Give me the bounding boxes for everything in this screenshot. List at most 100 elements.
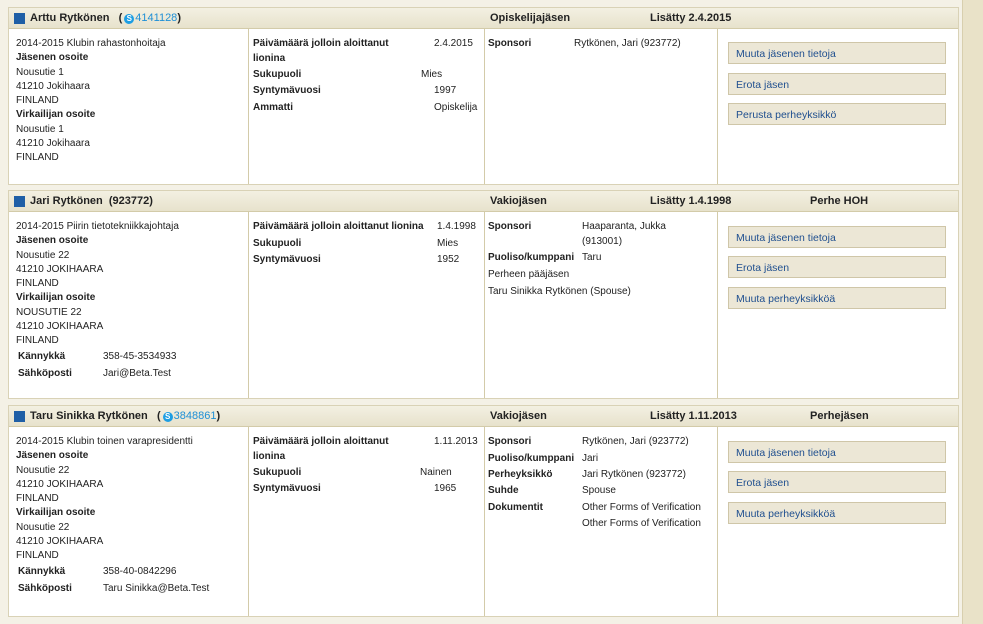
contact-value: Taru Sinikka@Beta.Test <box>103 583 210 594</box>
member-card: Arttu Rytkönen (S 4141128) Opiskelijajäse… <box>8 7 959 185</box>
detail-value: Opiskelija <box>434 102 478 113</box>
detail-label: Sukupuoli <box>253 467 302 478</box>
resign-member-button[interactable]: Erota jäsen <box>728 256 946 278</box>
member-address-line: Nousutie 1 <box>16 67 64 78</box>
detail-label: Sukupuoli <box>253 69 302 80</box>
member-address-line: FINLAND <box>16 95 59 106</box>
member-id-suffix: ) <box>216 410 221 422</box>
member-header: Jari Rytkönen (923772) Vakiojäsen Lisätt… <box>9 191 958 212</box>
resign-member-button[interactable]: Erota jäsen <box>728 73 946 95</box>
member-square-icon <box>14 411 25 422</box>
member-added-date: Lisätty 1.11.2013 <box>650 410 737 422</box>
member-list-page: Arttu Rytkönen (S 4141128) Opiskelijajäse… <box>0 0 962 624</box>
member-id-prefix: ( <box>118 12 123 24</box>
member-address-column: 2014-2015 Piirin tietotekniikkajohtaja J… <box>9 211 249 398</box>
member-type: Vakiojäsen <box>490 195 547 207</box>
member-relations-column: Sponsori Rytkönen, Jari (923772) <box>485 28 718 184</box>
member-type: Opiskelijajäsen <box>490 12 571 24</box>
official-address-line: FINLAND <box>16 152 59 163</box>
contact-label: Kännykkä <box>18 566 66 577</box>
start-date-label: Päivämäärä jolloin aloittanut <box>253 436 389 447</box>
edit-family-unit-button[interactable]: Muuta perheyksikköä <box>728 502 946 524</box>
edit-member-button[interactable]: Muuta jäsenen tietoja <box>728 42 946 64</box>
relation-label: Dokumentit <box>488 502 543 513</box>
contact-value: 358-40-0842296 <box>103 566 177 577</box>
member-card: Jari Rytkönen (923772) Vakiojäsen Lisätt… <box>8 190 959 399</box>
detail-value: 1997 <box>434 85 457 96</box>
start-date-value: 2.4.2015 <box>434 38 473 49</box>
official-address-line: NOUSUTIE 22 <box>16 307 82 318</box>
official-address-label: Virkailijan osoite <box>16 292 96 303</box>
official-address-label: Virkailijan osoite <box>16 507 96 518</box>
relation-value: Jari Rytkönen (923772) <box>582 469 686 480</box>
member-details-column: Päivämäärä jolloin aloittanut lionina 1.… <box>249 426 485 616</box>
detail-value: Mies <box>437 238 459 249</box>
detail-value: Mies <box>421 69 443 80</box>
official-address-line: Nousutie 1 <box>16 124 64 135</box>
contact-label: Kännykkä <box>18 351 66 362</box>
relation-value: (913001) <box>582 236 623 247</box>
start-date-label: Päivämäärä jolloin aloittanut lionina <box>253 221 424 232</box>
relation-label: Sponsori <box>488 436 532 447</box>
contact-value: Jari@Beta.Test <box>103 368 171 379</box>
skype-icon[interactable]: S <box>162 412 173 422</box>
official-address-line: 41210 JOKIHAARA <box>16 536 104 547</box>
member-address-line: FINLAND <box>16 493 59 504</box>
edit-member-button[interactable]: Muuta jäsenen tietoja <box>728 226 946 248</box>
create-family-unit-button[interactable]: Perusta perheyksikkö <box>728 103 946 125</box>
contact-label: Sähköposti <box>18 368 72 379</box>
relation-value: Jari <box>582 453 599 464</box>
relation-label: Suhde <box>488 485 519 496</box>
member-name: Arttu Rytkönen <box>30 12 110 24</box>
member-address-column: 2014-2015 Klubin rahastonhoitaja Jäsenen… <box>9 28 249 184</box>
official-address-line: FINLAND <box>16 335 59 346</box>
member-position: 2014-2015 Piirin tietotekniikkajohtaja <box>16 221 179 232</box>
detail-label: Syntymävuosi <box>253 483 321 494</box>
skype-link[interactable]: 3848861 <box>174 410 217 422</box>
member-added-date: Lisätty 2.4.2015 <box>650 12 732 24</box>
start-date-label: lionina <box>253 451 286 462</box>
skype-link[interactable]: 4141128 <box>135 12 177 24</box>
family-member-item: Taru Sinikka Rytkönen (Spouse) <box>488 286 631 297</box>
member-actions-column: Muuta jäsenen tietoja Erota jäsen Muuta … <box>718 211 958 398</box>
member-actions-column: Muuta jäsenen tietoja Erota jäsen Perust… <box>718 28 958 184</box>
resign-member-button[interactable]: Erota jäsen <box>728 471 946 493</box>
edit-family-unit-button[interactable]: Muuta perheyksikköä <box>728 287 946 309</box>
member-family-status: Perhejäsen <box>810 410 869 422</box>
member-address-label: Jäsenen osoite <box>16 235 89 246</box>
start-date-label: lionina <box>253 53 286 64</box>
member-address-line: 41210 JOKIHAARA <box>16 479 104 490</box>
relation-value: Haaparanta, Jukka <box>582 221 666 232</box>
relation-value: Taru <box>582 252 602 263</box>
member-address-label: Jäsenen osoite <box>16 450 89 461</box>
detail-label: Ammatti <box>253 102 294 113</box>
member-type: Vakiojäsen <box>490 410 547 422</box>
member-card: Taru Sinikka Rytkönen (S 3848861) Vakiojä… <box>8 405 959 617</box>
member-actions-column: Muuta jäsenen tietoja Erota jäsen Muuta … <box>718 426 958 616</box>
relation-value: Other Forms of Verification <box>582 502 701 513</box>
detail-label: Syntymävuosi <box>253 254 321 265</box>
member-header: Arttu Rytkönen (S 4141128) Opiskelijajäse… <box>9 8 958 29</box>
contact-label: Sähköposti <box>18 583 72 594</box>
member-address-column: 2014-2015 Klubin toinen varapresidentti … <box>9 426 249 616</box>
edit-member-button[interactable]: Muuta jäsenen tietoja <box>728 441 946 463</box>
relation-label: Sponsori <box>488 221 532 232</box>
start-date-value: 1.11.2013 <box>434 436 478 447</box>
member-name: Jari Rytkönen <box>30 195 103 207</box>
member-position: 2014-2015 Klubin rahastonhoitaja <box>16 38 166 49</box>
relation-value: Other Forms of Verification <box>582 518 701 529</box>
relation-label: Sponsori <box>488 38 532 49</box>
official-address-label: Virkailijan osoite <box>16 109 96 120</box>
relation-label: Perheyksikkö <box>488 469 553 480</box>
skype-icon[interactable]: S <box>124 14 135 24</box>
member-id: (923772) <box>102 195 153 207</box>
relation-label: Puoliso/kumppani <box>488 252 575 263</box>
family-head-label: Perheen pääjäsen <box>488 269 570 280</box>
member-address-line: Nousutie 22 <box>16 465 70 476</box>
member-added-date: Lisätty 1.4.1998 <box>650 195 732 207</box>
relation-value: Spouse <box>582 485 616 496</box>
member-id-suffix: ) <box>177 12 181 24</box>
official-address-line: 41210 Jokihaara <box>16 138 90 149</box>
member-details-column: Päivämäärä jolloin aloittanut lionina 1.… <box>249 211 485 398</box>
detail-label: Syntymävuosi <box>253 85 321 96</box>
